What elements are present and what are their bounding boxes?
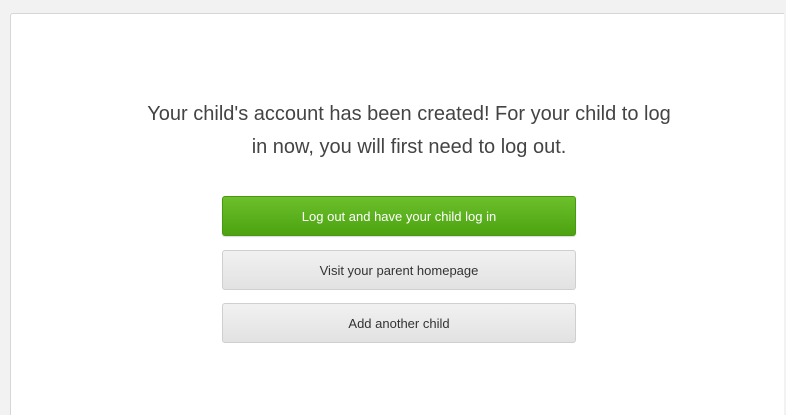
add-another-child-button[interactable]: Add another child <box>222 303 576 343</box>
account-created-dialog: Your child's account has been created! F… <box>10 13 784 415</box>
message-line-1: Your child's account has been created! F… <box>147 103 671 125</box>
message-line-2: in now, you will first need to log out. <box>251 136 567 158</box>
confirmation-message: Your child's account has been created! F… <box>11 98 786 164</box>
visit-parent-homepage-button[interactable]: Visit your parent homepage <box>222 250 576 290</box>
logout-child-login-button[interactable]: Log out and have your child log in <box>222 196 576 236</box>
